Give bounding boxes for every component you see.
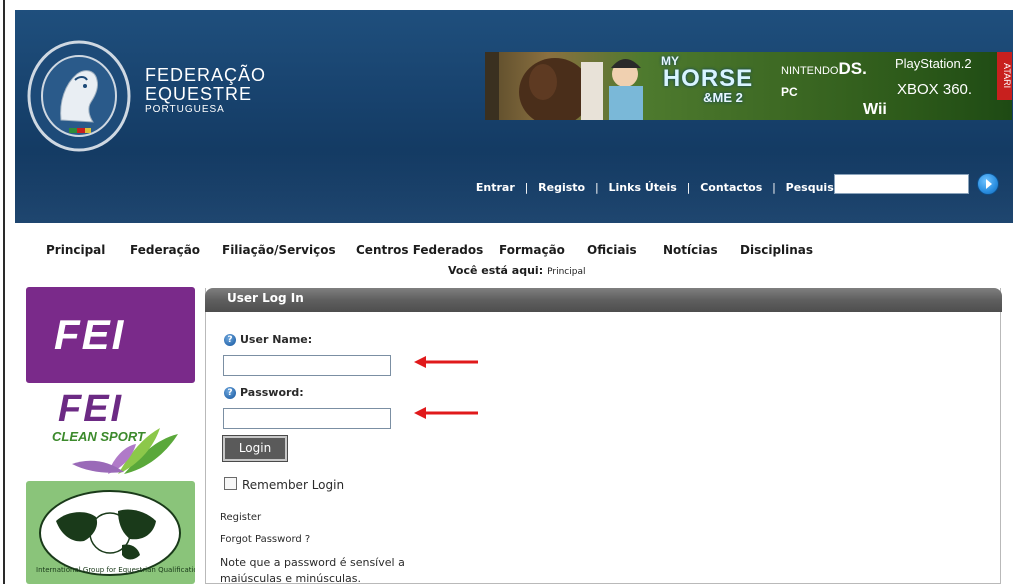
main-navigation: Principal Federação Filiação/Serviços Ce… [0,243,1013,261]
password-note-line-2: maiúsculas e minúsculas. [220,572,362,585]
login-link[interactable]: Entrar [476,181,515,194]
top-links-bar: Entrar | Registo | Links Úteis | Contact… [476,181,851,194]
brand-line-1: FEDERAÇÃO [145,65,267,85]
iged-caption: International Group for Equestrian Quali… [36,566,195,574]
username-label: User Name: [240,333,313,346]
nav-item-principal[interactable]: Principal [46,243,105,257]
nav-item-filiacao-servicos[interactable]: Filiação/Serviços [222,243,336,257]
username-input[interactable] [223,355,391,376]
password-input[interactable] [223,408,391,429]
brand-line-2: EQUESTRE [145,84,253,104]
separator: | [594,181,599,194]
iged-logo-link[interactable]: International Group for Equestrian Quali… [26,481,195,584]
breadcrumb-label: Você está aqui: [448,264,544,277]
nav-item-formacao[interactable]: Formação [499,243,565,257]
federation-name[interactable]: FEDERAÇÃO EQUESTRE PORTUGUESA [145,66,266,115]
fei-logo-link[interactable]: FEI [26,287,195,383]
breadcrumb: Você está aqui: Principal [448,264,585,277]
search-go-button[interactable] [977,173,999,195]
register-top-link[interactable]: Registo [538,181,585,194]
register-link[interactable]: Register [220,512,261,523]
help-icon[interactable]: ? [224,334,236,346]
search-input[interactable] [834,174,969,194]
login-panel-header: User Log In [205,288,1002,312]
wii-platform: Wii [863,101,887,118]
remember-login-checkbox[interactable] [224,477,237,490]
help-icon[interactable]: ? [224,387,236,399]
xbox360-platform: XBOX 360. [897,81,973,98]
nav-item-oficiais[interactable]: Oficiais [587,243,637,257]
nav-item-noticias[interactable]: Notícias [663,243,718,257]
login-panel [205,288,1001,584]
playstation2-platform: PlayStation.2 [895,56,972,71]
breadcrumb-current[interactable]: Principal [547,267,585,277]
password-note-line-1: Note que a password é sensível a [220,556,405,569]
annotation-arrow-left-icon [414,407,478,419]
fei-clean-sport-logo[interactable]: FEI CLEAN SPORT [38,388,188,478]
contacts-link[interactable]: Contactos [700,181,762,194]
nav-item-disciplinas[interactable]: Disciplinas [740,243,813,257]
password-label: Password: [240,386,304,399]
separator: | [772,181,776,194]
atari-logo: ATARI [997,52,1012,100]
useful-links-link[interactable]: Links Úteis [609,181,677,194]
banner-game-title: MY HORSE &ME 2 [661,54,754,105]
login-button[interactable]: Login [222,435,288,462]
remember-login-label[interactable]: Remember Login [242,478,344,492]
nintendo-ds-platform: NINTENDODS. [781,59,867,78]
fei-logo-text: FEI [54,311,126,358]
leaf-icon [72,428,178,474]
federation-seal-logo[interactable] [25,40,133,152]
nav-item-federacao[interactable]: Federação [130,243,200,257]
separator: | [686,181,691,194]
nav-item-centros-federados[interactable]: Centros Federados [356,243,483,257]
pc-platform: PC [781,85,798,99]
game-advert-banner[interactable]: MY HORSE &ME 2 NINTENDODS. PlayStation.2… [485,52,1012,120]
brand-line-3: PORTUGUESA [145,104,225,115]
login-panel-title: User Log In [227,291,304,305]
separator: | [524,181,529,194]
annotation-arrow-left-icon [414,356,478,368]
window-left-border [0,0,5,584]
forgot-password-link[interactable]: Forgot Password ? [220,534,310,545]
